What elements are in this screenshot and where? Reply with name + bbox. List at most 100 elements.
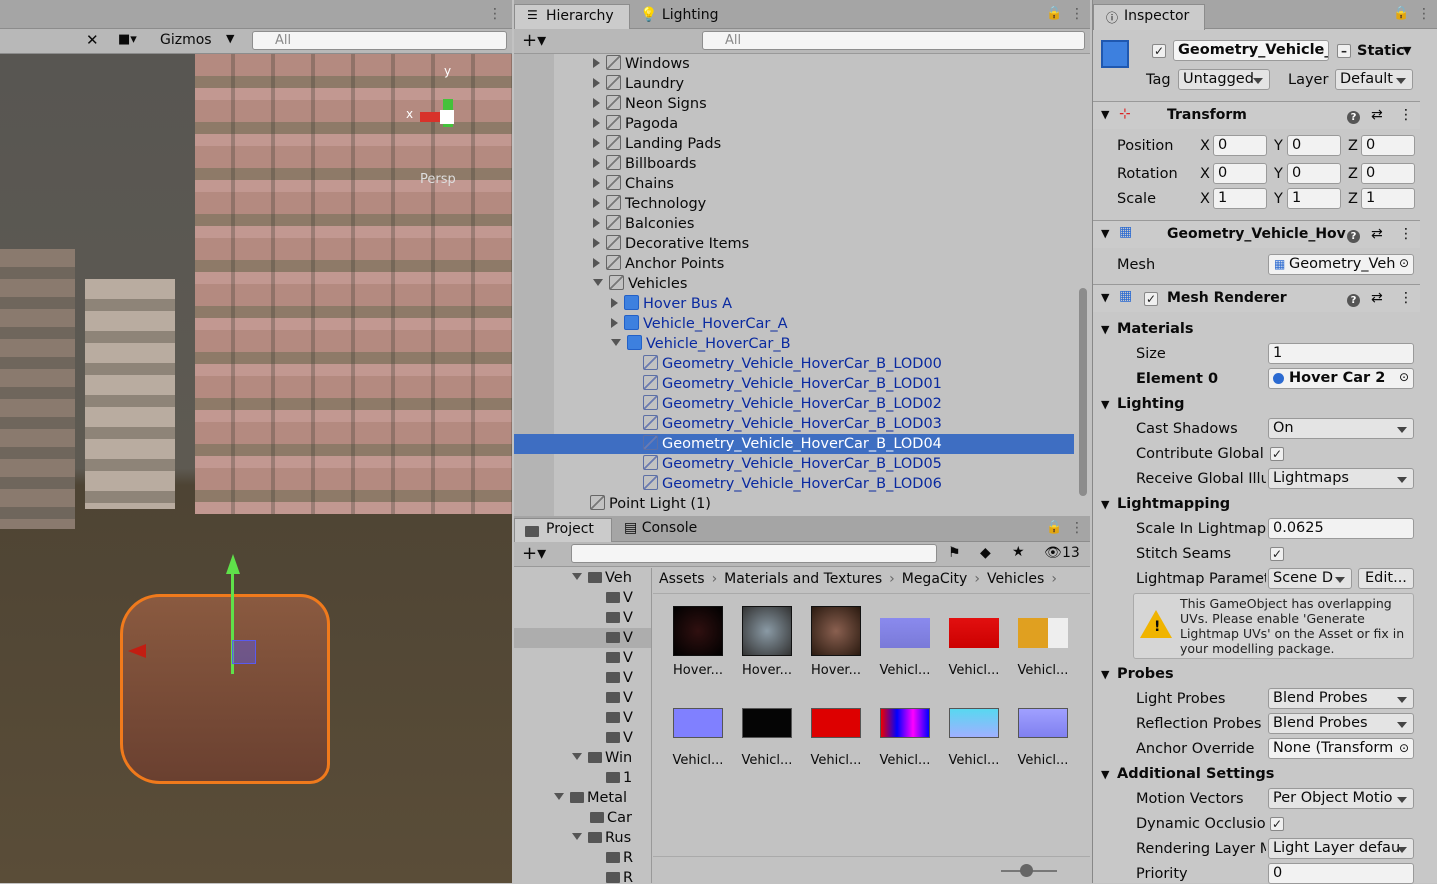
expand-right-icon[interactable] <box>593 118 600 128</box>
tab-inspector[interactable]: ⓘ Inspector <box>1093 4 1205 30</box>
collapse-icon[interactable]: ▼ <box>1101 323 1109 336</box>
expand-down-icon[interactable] <box>572 833 582 840</box>
tab-lighting[interactable]: 💡 Lighting <box>640 7 718 23</box>
probes-foldout[interactable]: Probes <box>1117 664 1174 684</box>
expand-down-icon[interactable] <box>572 753 582 760</box>
inspector-scrollbar[interactable] <box>1420 30 1437 883</box>
project-tree-folder[interactable]: V <box>588 728 633 748</box>
collapse-icon[interactable]: ▼ <box>1101 768 1109 781</box>
motion-vectors-dropdown[interactable]: Per Object Motio <box>1268 788 1414 809</box>
hierarchy-lod-item[interactable]: Geometry_Vehicle_HoverCar_B_LOD03 <box>643 414 942 434</box>
project-tree-folder[interactable]: Win <box>572 748 632 768</box>
hierarchy-search-input[interactable]: All <box>702 31 1085 50</box>
star-icon[interactable]: ★ <box>1012 544 1025 560</box>
hierarchy-vehicle-item[interactable]: Hover Bus A <box>611 294 732 314</box>
cast-shadows-dropdown[interactable]: On <box>1268 418 1414 439</box>
hidden-eye-icon[interactable]: 👁 <box>1044 545 1062 561</box>
element0-field[interactable]: Hover Car 2 <box>1268 368 1414 389</box>
mesh-filter-header[interactable]: ▼ ▦ Geometry_Vehicle_Hov ? ⇄ ⋮ <box>1093 220 1420 248</box>
project-tree-folder[interactable]: Metal <box>554 788 627 808</box>
hovercar-model[interactable] <box>120 594 330 784</box>
additional-settings-foldout[interactable]: Additional Settings <box>1117 764 1274 784</box>
collapse-icon[interactable]: ▼ <box>1101 108 1109 121</box>
hierarchy-item[interactable]: Vehicles <box>593 274 687 294</box>
hierarchy-lod-item[interactable]: Geometry_Vehicle_HoverCar_B_LOD05 <box>643 454 942 474</box>
object-picker-icon[interactable]: ⊙ <box>1399 256 1409 270</box>
hierarchy-item[interactable]: Landing Pads <box>593 134 721 154</box>
persp-label[interactable]: Persp <box>420 172 456 187</box>
project-search-input[interactable] <box>571 544 937 563</box>
collapse-icon[interactable]: ▼ <box>1101 291 1109 304</box>
add-icon[interactable]: +▾ <box>522 30 546 51</box>
stitch-seams-checkbox[interactable]: ✓ <box>1270 547 1284 561</box>
asset-thumbnail[interactable] <box>949 708 999 738</box>
hierarchy-item[interactable]: Laundry <box>593 74 684 94</box>
help-icon[interactable]: ? <box>1347 227 1360 243</box>
asset-thumbnail[interactable] <box>811 606 861 656</box>
asset-thumbnail[interactable] <box>673 708 723 738</box>
hierarchy-vehicle-item[interactable]: Vehicle_HoverCar_A <box>611 314 787 334</box>
gameobject-icon[interactable] <box>1101 40 1129 68</box>
add-icon[interactable]: +▾ <box>522 543 546 564</box>
mesh-field[interactable]: Geometry_Veh <box>1268 254 1414 275</box>
gizmos-dropdown-icon[interactable]: ▼ <box>226 32 234 45</box>
expand-down-icon[interactable] <box>593 279 603 286</box>
asset-label[interactable]: Hover... <box>803 663 869 678</box>
presets-icon[interactable]: ⇄ <box>1371 226 1383 242</box>
move-gizmo-plane[interactable] <box>232 640 256 664</box>
dynamic-occlusion-checkbox[interactable]: ✓ <box>1270 817 1284 831</box>
pz-field[interactable]: 0 <box>1361 135 1415 156</box>
hierarchy-item[interactable]: Technology <box>593 194 706 214</box>
help-icon[interactable]: ? <box>1347 291 1360 307</box>
hierarchy-item[interactable]: Neon Signs <box>593 94 707 114</box>
hierarchy-item[interactable]: Windows <box>593 54 690 74</box>
asset-thumbnail[interactable] <box>949 618 999 648</box>
expand-right-icon[interactable] <box>611 318 618 328</box>
expand-right-icon[interactable] <box>593 238 600 248</box>
hierarchy-lod-item[interactable]: Geometry_Vehicle_HoverCar_B_LOD06 <box>643 474 942 494</box>
asset-thumbnail[interactable] <box>880 618 930 648</box>
asset-label[interactable]: Vehicl... <box>872 663 938 678</box>
hierarchy-item[interactable]: Pagoda <box>593 114 678 134</box>
receive-gi-dropdown[interactable]: Lightmaps <box>1268 468 1414 489</box>
breadcrumb-item[interactable]: Vehicles <box>987 571 1044 587</box>
zoom-slider-handle[interactable] <box>1020 864 1033 877</box>
project-tree-folder[interactable]: Rus <box>572 828 631 848</box>
hierarchy-item[interactable]: Chains <box>593 174 674 194</box>
anchor-override-field[interactable]: None (Transform <box>1268 738 1414 759</box>
static-checkbox[interactable]: – <box>1337 44 1351 58</box>
rendering-layer-mask-dropdown[interactable]: Light Layer defau <box>1268 838 1414 859</box>
more-icon[interactable]: ⋮ <box>1399 226 1413 242</box>
gizmos-button[interactable]: Gizmos <box>160 32 212 48</box>
object-picker-icon[interactable]: ⊙ <box>1399 741 1409 755</box>
hierarchy-item[interactable]: Balconies <box>593 214 694 234</box>
project-tree-folder[interactable]: V <box>588 668 633 688</box>
hierarchy-vehicle-item[interactable]: Vehicle_HoverCar_B <box>611 334 791 354</box>
project-tree-folder[interactable]: V <box>588 688 633 708</box>
transform-header[interactable]: ▼ ⊹ Transform ? ⇄ ⋮ <box>1093 101 1420 129</box>
asset-label[interactable]: Vehicl... <box>1010 753 1076 768</box>
tab-project[interactable]: Project <box>514 518 612 543</box>
tab-hierarchy[interactable]: ☰ Hierarchy <box>514 4 630 30</box>
rz-field[interactable]: 0 <box>1361 163 1415 184</box>
lock-icon[interactable]: 🔒 <box>1046 520 1062 535</box>
more-icon[interactable]: ⋮ <box>488 6 502 22</box>
tag-dropdown[interactable]: Untagged <box>1178 69 1270 90</box>
lightmapping-foldout[interactable]: Lightmapping <box>1117 494 1230 514</box>
lock-icon[interactable]: 🔒 <box>1393 6 1409 21</box>
scene-viewport[interactable]: y x Persp <box>0 54 512 883</box>
size-field[interactable]: 1 <box>1268 343 1414 364</box>
mesh-renderer-enabled-checkbox[interactable]: ✓ <box>1144 292 1158 306</box>
px-field[interactable]: 0 <box>1213 135 1267 156</box>
gizmo-center-cube[interactable] <box>440 110 454 124</box>
hierarchy-item[interactable]: Anchor Points <box>593 254 724 274</box>
scale-in-lightmap-field[interactable]: 0.0625 <box>1268 518 1414 539</box>
expand-right-icon[interactable] <box>593 218 600 228</box>
expand-right-icon[interactable] <box>593 258 600 268</box>
breadcrumb-item[interactable]: Materials and Textures <box>724 571 882 587</box>
breadcrumb-item[interactable]: MegaCity <box>902 571 968 587</box>
expand-right-icon[interactable] <box>593 158 600 168</box>
more-icon[interactable]: ⋮ <box>1070 520 1084 536</box>
hierarchy-lod-item-selected[interactable]: Geometry_Vehicle_HoverCar_B_LOD04 <box>643 434 942 454</box>
collapse-icon[interactable]: ▼ <box>1101 498 1109 511</box>
